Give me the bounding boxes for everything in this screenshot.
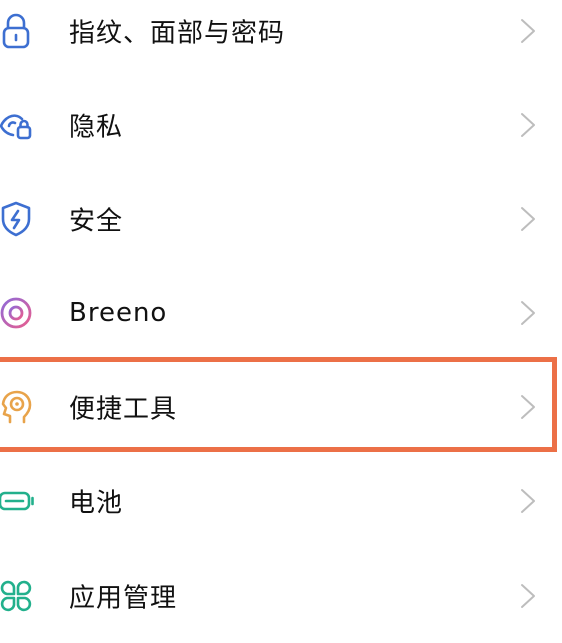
breeno-ring-icon [0, 293, 36, 333]
settings-item-label: 电池 [69, 488, 124, 519]
settings-list: 指纹、面部与密码 隐私 安全 Breeno 便捷工具 电池 应用管理 [0, 0, 562, 618]
settings-item-convenience-tools[interactable]: 便捷工具 [0, 360, 562, 454]
chevron-right-icon [519, 393, 537, 421]
settings-item-app-management[interactable]: 应用管理 [0, 549, 562, 643]
settings-item-label: 安全 [69, 206, 124, 237]
apps-grid-icon [0, 576, 36, 616]
head-target-icon [0, 387, 36, 427]
settings-item-privacy[interactable]: 隐私 [0, 78, 562, 172]
chevron-right-icon [519, 582, 537, 610]
settings-item-fingerprint-face-password[interactable]: 指纹、面部与密码 [0, 0, 562, 78]
privacy-eye-lock-icon [0, 105, 36, 145]
chevron-right-icon [519, 487, 537, 515]
chevron-right-icon [519, 205, 537, 233]
battery-icon [0, 481, 36, 521]
chevron-right-icon [519, 299, 537, 327]
settings-item-label: 便捷工具 [69, 394, 178, 425]
settings-item-label: 指纹、面部与密码 [69, 18, 286, 49]
settings-item-security[interactable]: 安全 [0, 172, 562, 266]
settings-item-label: 应用管理 [69, 583, 178, 614]
chevron-right-icon [519, 111, 537, 139]
chevron-right-icon [519, 17, 537, 45]
settings-item-label: 隐私 [69, 112, 124, 143]
settings-item-label: Breeno [69, 298, 168, 328]
shield-bolt-icon [0, 199, 36, 239]
lock-icon [0, 11, 36, 51]
settings-item-breeno[interactable]: Breeno [0, 266, 562, 360]
settings-item-battery[interactable]: 电池 [0, 454, 562, 548]
